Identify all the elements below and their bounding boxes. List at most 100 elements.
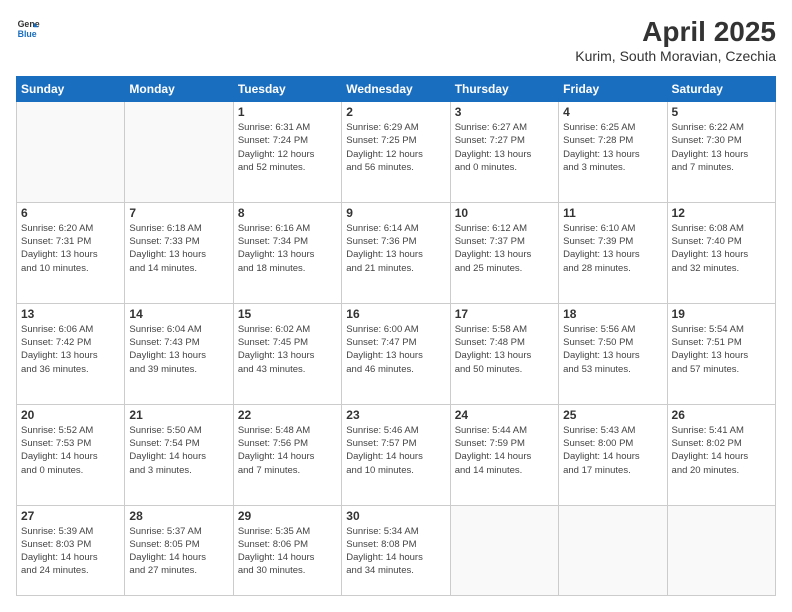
table-row: 30Sunrise: 5:34 AM Sunset: 8:08 PM Dayli… [342, 505, 450, 595]
day-info: Sunrise: 6:04 AM Sunset: 7:43 PM Dayligh… [129, 323, 228, 376]
day-number: 4 [563, 105, 662, 119]
table-row: 6 Sunrise: 6:20 AM Sunset: 7:31 PM Daylig… [17, 202, 125, 303]
page: General Blue April 2025 Kurim, South Mor… [0, 0, 792, 612]
table-row: 23 Sunrise: 5:46 AM Sunset: 7:57 PM Dayli… [342, 404, 450, 505]
svg-text:General: General [18, 19, 40, 29]
day-number: 15 [238, 307, 337, 321]
day-info: Sunrise: 6:02 AM Sunset: 7:45 PM Dayligh… [238, 323, 337, 376]
day-number: 18 [563, 307, 662, 321]
day-info: Sunrise: 5:58 AM Sunset: 7:48 PM Dayligh… [455, 323, 554, 376]
day-info: Sunrise: 5:43 AM Sunset: 8:00 PM Dayligh… [563, 424, 662, 477]
day-info: Sunrise: 5:52 AM Sunset: 7:53 PM Dayligh… [21, 424, 120, 477]
day-info: Sunrise: 5:48 AM Sunset: 7:56 PM Dayligh… [238, 424, 337, 477]
day-info: Sunrise: 5:39 AM Sunset: 8:03 PM Dayligh… [21, 525, 120, 578]
day-info: Sunrise: 5:34 AM Sunset: 8:08 PM Dayligh… [346, 525, 445, 578]
table-row: 10Sunrise: 6:12 AM Sunset: 7:37 PM Dayli… [450, 202, 558, 303]
day-info: Sunrise: 6:25 AM Sunset: 7:28 PM Dayligh… [563, 121, 662, 174]
day-number: 5 [672, 105, 771, 119]
table-row: 9 Sunrise: 6:14 AM Sunset: 7:36 PM Daylig… [342, 202, 450, 303]
day-info: Sunrise: 6:08 AM Sunset: 7:40 PM Dayligh… [672, 222, 771, 275]
table-row: 21 Sunrise: 5:50 AM Sunset: 7:54 PM Dayli… [125, 404, 233, 505]
day-number: 27 [21, 509, 120, 523]
table-row [559, 505, 667, 595]
table-row: 7 Sunrise: 6:18 AM Sunset: 7:33 PM Daylig… [125, 202, 233, 303]
logo: General Blue [16, 16, 40, 40]
day-number: 26 [672, 408, 771, 422]
day-number: 19 [672, 307, 771, 321]
table-row: 22 Sunrise: 5:48 AM Sunset: 7:56 PM Dayli… [233, 404, 341, 505]
day-info: Sunrise: 5:41 AM Sunset: 8:02 PM Dayligh… [672, 424, 771, 477]
week-row-5: 27 Sunrise: 5:39 AM Sunset: 8:03 PM Dayli… [17, 505, 776, 595]
table-row: 4 Sunrise: 6:25 AM Sunset: 7:28 PM Daylig… [559, 102, 667, 203]
day-info: Sunrise: 6:20 AM Sunset: 7:31 PM Dayligh… [21, 222, 120, 275]
day-info: Sunrise: 6:16 AM Sunset: 7:34 PM Dayligh… [238, 222, 337, 275]
table-row: 1Sunrise: 6:31 AM Sunset: 7:24 PM Daylig… [233, 102, 341, 203]
day-number: 6 [21, 206, 120, 220]
col-tuesday: Tuesday [233, 77, 341, 102]
day-number: 20 [21, 408, 120, 422]
day-number: 22 [238, 408, 337, 422]
day-info: Sunrise: 5:56 AM Sunset: 7:50 PM Dayligh… [563, 323, 662, 376]
day-info: Sunrise: 5:46 AM Sunset: 7:57 PM Dayligh… [346, 424, 445, 477]
table-row: 5 Sunrise: 6:22 AM Sunset: 7:30 PM Daylig… [667, 102, 775, 203]
day-info: Sunrise: 6:14 AM Sunset: 7:36 PM Dayligh… [346, 222, 445, 275]
day-info: Sunrise: 6:18 AM Sunset: 7:33 PM Dayligh… [129, 222, 228, 275]
table-row [17, 102, 125, 203]
table-row: 19 Sunrise: 5:54 AM Sunset: 7:51 PM Dayli… [667, 303, 775, 404]
table-row: 24 Sunrise: 5:44 AM Sunset: 7:59 PM Dayli… [450, 404, 558, 505]
table-row: 29Sunrise: 5:35 AM Sunset: 8:06 PM Dayli… [233, 505, 341, 595]
day-info: Sunrise: 6:22 AM Sunset: 7:30 PM Dayligh… [672, 121, 771, 174]
day-number: 25 [563, 408, 662, 422]
table-row: 11Sunrise: 6:10 AM Sunset: 7:39 PM Dayli… [559, 202, 667, 303]
table-row: 25 Sunrise: 5:43 AM Sunset: 8:00 PM Dayli… [559, 404, 667, 505]
day-info: Sunrise: 6:29 AM Sunset: 7:25 PM Dayligh… [346, 121, 445, 174]
day-number: 16 [346, 307, 445, 321]
day-number: 8 [238, 206, 337, 220]
logo-icon: General Blue [16, 16, 40, 40]
day-info: Sunrise: 5:44 AM Sunset: 7:59 PM Dayligh… [455, 424, 554, 477]
table-row: 18 Sunrise: 5:56 AM Sunset: 7:50 PM Dayli… [559, 303, 667, 404]
table-row [450, 505, 558, 595]
svg-text:Blue: Blue [18, 29, 37, 39]
day-number: 14 [129, 307, 228, 321]
table-row: 17 Sunrise: 5:58 AM Sunset: 7:48 PM Dayli… [450, 303, 558, 404]
day-number: 21 [129, 408, 228, 422]
day-number: 1 [238, 105, 337, 119]
week-row-1: 1Sunrise: 6:31 AM Sunset: 7:24 PM Daylig… [17, 102, 776, 203]
main-title: April 2025 [575, 16, 776, 48]
table-row: 8 Sunrise: 6:16 AM Sunset: 7:34 PM Daylig… [233, 202, 341, 303]
day-info: Sunrise: 5:54 AM Sunset: 7:51 PM Dayligh… [672, 323, 771, 376]
day-number: 23 [346, 408, 445, 422]
table-row [125, 102, 233, 203]
table-row: 26 Sunrise: 5:41 AM Sunset: 8:02 PM Dayli… [667, 404, 775, 505]
day-number: 29 [238, 509, 337, 523]
week-row-3: 13Sunrise: 6:06 AM Sunset: 7:42 PM Dayli… [17, 303, 776, 404]
day-info: Sunrise: 5:37 AM Sunset: 8:05 PM Dayligh… [129, 525, 228, 578]
day-number: 12 [672, 206, 771, 220]
day-number: 24 [455, 408, 554, 422]
col-sunday: Sunday [17, 77, 125, 102]
table-row: 16 Sunrise: 6:00 AM Sunset: 7:47 PM Dayli… [342, 303, 450, 404]
col-wednesday: Wednesday [342, 77, 450, 102]
day-number: 7 [129, 206, 228, 220]
week-row-2: 6 Sunrise: 6:20 AM Sunset: 7:31 PM Daylig… [17, 202, 776, 303]
day-number: 9 [346, 206, 445, 220]
table-row: 3Sunrise: 6:27 AM Sunset: 7:27 PM Daylig… [450, 102, 558, 203]
calendar-table: Sunday Monday Tuesday Wednesday Thursday… [16, 76, 776, 596]
table-row: 20 Sunrise: 5:52 AM Sunset: 7:53 PM Dayli… [17, 404, 125, 505]
day-info: Sunrise: 6:00 AM Sunset: 7:47 PM Dayligh… [346, 323, 445, 376]
day-number: 3 [455, 105, 554, 119]
table-row: 15 Sunrise: 6:02 AM Sunset: 7:45 PM Dayli… [233, 303, 341, 404]
day-info: Sunrise: 6:10 AM Sunset: 7:39 PM Dayligh… [563, 222, 662, 275]
table-row: 2Sunrise: 6:29 AM Sunset: 7:25 PM Daylig… [342, 102, 450, 203]
table-row: 28Sunrise: 5:37 AM Sunset: 8:05 PM Dayli… [125, 505, 233, 595]
table-row: 14 Sunrise: 6:04 AM Sunset: 7:43 PM Dayli… [125, 303, 233, 404]
table-row: 12 Sunrise: 6:08 AM Sunset: 7:40 PM Dayli… [667, 202, 775, 303]
day-number: 10 [455, 206, 554, 220]
day-number: 17 [455, 307, 554, 321]
col-saturday: Saturday [667, 77, 775, 102]
day-info: Sunrise: 6:06 AM Sunset: 7:42 PM Dayligh… [21, 323, 120, 376]
day-info: Sunrise: 5:50 AM Sunset: 7:54 PM Dayligh… [129, 424, 228, 477]
col-thursday: Thursday [450, 77, 558, 102]
title-block: April 2025 Kurim, South Moravian, Czechi… [575, 16, 776, 64]
